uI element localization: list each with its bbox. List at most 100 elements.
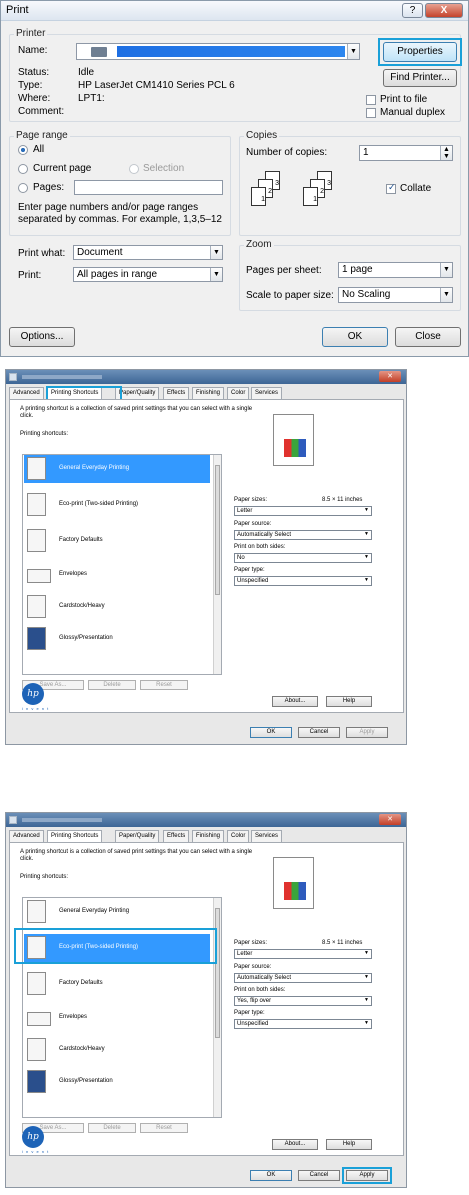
paper-type-select[interactable]: Unspecified ▼ [234, 576, 372, 586]
about-button[interactable]: About... [272, 1139, 318, 1150]
print-dialog: Print ? X Printer Name: ▼ Properties Sta… [0, 0, 469, 357]
current-page-radio[interactable] [18, 164, 28, 174]
list-item[interactable]: Glossy/Presentation [24, 625, 210, 653]
scale-select[interactable]: No Scaling ▼ [338, 287, 453, 303]
page-icon: 1 [251, 187, 266, 206]
shortcuts-label: Printing shortcuts: [20, 874, 69, 880]
chevron-down-icon: ▼ [364, 531, 369, 537]
list-item[interactable]: Eco-print (Two-sided Printing) [24, 491, 210, 519]
copies-input[interactable]: 1 ▲ ▼ [359, 145, 453, 161]
both-sides-select[interactable]: Yes, flip over ▼ [234, 996, 372, 1006]
chevron-down-icon: ▼ [364, 974, 369, 980]
ok-button[interactable]: OK [250, 727, 292, 738]
tab-finishing[interactable]: Finishing [192, 830, 225, 842]
tab-services[interactable]: Services [251, 387, 283, 399]
both-sides-select[interactable]: No ▼ [234, 553, 372, 563]
list-item[interactable]: Glossy/Presentation [24, 1068, 210, 1096]
two-sided-preview [273, 852, 321, 909]
list-item[interactable]: Cardstock/Heavy [24, 1036, 210, 1064]
chart-thumbnail-icon [284, 882, 306, 900]
title-bar: ✕ [6, 813, 406, 827]
glossy-photo-icon [27, 1070, 46, 1093]
tab-color[interactable]: Color [227, 830, 250, 842]
print-what-select[interactable]: Document ▼ [73, 245, 223, 260]
paper-size-select[interactable]: Letter ▼ [234, 949, 372, 959]
blank-page-icon [27, 529, 46, 552]
help-button[interactable]: Help [326, 1139, 372, 1150]
printer-name-select[interactable]: ▼ [76, 43, 360, 60]
manual-duplex-checkbox[interactable] [366, 108, 376, 118]
pages-radio[interactable] [18, 183, 28, 193]
paper-sizes-label: Paper sizes: [234, 497, 268, 503]
help-button[interactable]: Help [326, 696, 372, 707]
list-item[interactable]: Envelopes [24, 561, 210, 589]
about-button[interactable]: About... [272, 696, 318, 707]
close-window-button[interactable]: X [425, 3, 463, 18]
pages-label: Pages: [33, 182, 65, 193]
close-icon[interactable]: ✕ [379, 814, 401, 825]
ok-button[interactable]: OK [250, 1170, 292, 1181]
tab-finishing[interactable]: Finishing [192, 387, 225, 399]
tab-effects[interactable]: Effects [163, 830, 190, 842]
reset-button[interactable]: Reset [140, 1123, 188, 1133]
paper-sizes-label: Paper sizes: [234, 940, 268, 946]
paper-size-select[interactable]: Letter ▼ [234, 506, 372, 516]
collate-checkbox[interactable]: ✓ [386, 182, 396, 194]
close-icon[interactable]: ✕ [379, 371, 401, 382]
tab-advanced[interactable]: Advanced [9, 830, 44, 842]
pages-per-sheet-select[interactable]: 1 page ▼ [338, 262, 453, 278]
selection-radio[interactable] [129, 164, 139, 174]
list-item[interactable]: Factory Defaults [24, 970, 210, 998]
options-button[interactable]: Options... [9, 327, 75, 347]
paper-source-select[interactable]: Automatically Select ▼ [234, 973, 372, 983]
title-text-blurred [22, 818, 102, 822]
tab-color[interactable]: Color [227, 387, 250, 399]
print-select[interactable]: All pages in range ▼ [73, 267, 223, 282]
title-text-blurred [22, 375, 102, 379]
tab-paper-quality[interactable]: Paper/Quality [115, 830, 160, 842]
ok-button[interactable]: OK [322, 327, 388, 347]
spin-arrows-icon[interactable]: ▲ ▼ [440, 146, 452, 160]
scroll-thumb[interactable] [215, 465, 220, 595]
help-button[interactable]: ? [402, 3, 423, 18]
apply-button[interactable]: Apply [346, 727, 388, 738]
delete-button[interactable]: Delete [88, 680, 136, 690]
paper-source-select[interactable]: Automatically Select ▼ [234, 530, 372, 540]
list-item[interactable]: Factory Defaults [24, 527, 210, 555]
paper-type-label: Paper type: [234, 1010, 265, 1016]
where-value: LPT1: [78, 93, 105, 104]
pages-input[interactable] [74, 180, 223, 195]
list-scrollbar[interactable] [213, 455, 221, 674]
paper-source-label: Paper source: [234, 521, 272, 527]
all-radio[interactable] [18, 145, 28, 155]
shortcuts-label: Printing shortcuts: [20, 431, 69, 437]
cancel-button[interactable]: Cancel [298, 1170, 340, 1181]
list-item[interactable]: General Everyday Printing [24, 898, 210, 926]
list-item[interactable]: Envelopes [24, 1004, 210, 1032]
dialog-title: Print [6, 4, 29, 16]
type-value: HP LaserJet CM1410 Series PCL 6 [78, 80, 235, 91]
properties-button[interactable]: Properties [383, 42, 457, 62]
name-label: Name: [18, 45, 48, 56]
tab-advanced[interactable]: Advanced [9, 387, 44, 399]
list-item[interactable]: General Everyday Printing [24, 455, 210, 483]
paper-type-select[interactable]: Unspecified ▼ [234, 1019, 372, 1029]
printer-icon [91, 47, 107, 57]
delete-button[interactable]: Delete [88, 1123, 136, 1133]
shortcuts-list[interactable]: General Everyday Printing Eco-print (Two… [22, 454, 222, 675]
page-icon: 1 [303, 187, 318, 206]
reset-button[interactable]: Reset [140, 680, 188, 690]
tab-effects[interactable]: Effects [163, 387, 190, 399]
cancel-button[interactable]: Cancel [298, 727, 340, 738]
status-label: Status: [18, 67, 50, 78]
print-to-file-checkbox[interactable] [366, 95, 376, 105]
close-button[interactable]: Close [395, 327, 461, 347]
hp-invent-tagline: i n v e n t [22, 706, 50, 711]
shortcut-description: A printing shortcut is a collection of s… [20, 406, 253, 419]
title-bar: Print ? X [1, 1, 468, 21]
driver-properties-dialog-2: ✕ Advanced Printing Shortcuts Paper/Qual… [5, 812, 407, 1188]
list-item[interactable]: Cardstock/Heavy [24, 593, 210, 621]
tab-services[interactable]: Services [251, 830, 283, 842]
where-label: Where: [18, 93, 51, 104]
find-printer-button[interactable]: Find Printer... [383, 69, 457, 87]
